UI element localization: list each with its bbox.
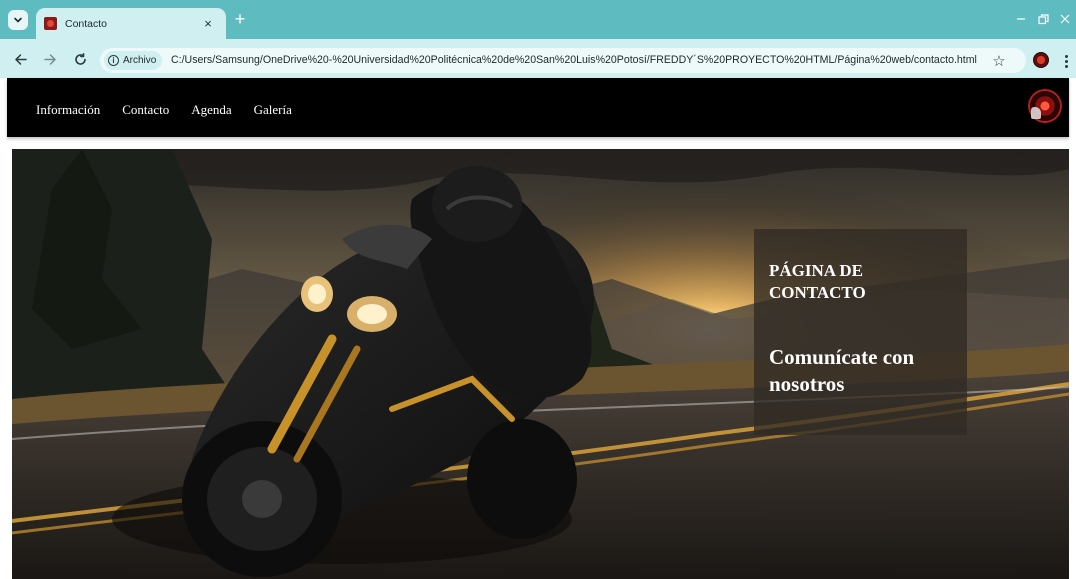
reload-icon (74, 52, 86, 65)
profile-icon[interactable] (1033, 52, 1049, 68)
restore-icon[interactable] (1034, 10, 1052, 28)
browser-tab-bar: Contacto × + (0, 0, 1076, 39)
star-icon[interactable]: ☆ (990, 52, 1008, 70)
minimize-icon[interactable] (1012, 10, 1030, 28)
site-navbar: Información Contacto Agenda Galería (7, 78, 1069, 137)
browser-tab-contacto[interactable]: Contacto × (36, 8, 226, 39)
hero-banner: PÁGINA DE CONTACTO Comunícate con nosotr… (12, 149, 1069, 579)
site-chip-label: Archivo (123, 55, 157, 66)
back-arrow-icon (14, 53, 27, 65)
hero-info-card: PÁGINA DE CONTACTO Comunícate con nosotr… (754, 229, 967, 435)
plus-icon[interactable]: + (231, 10, 249, 29)
forward-arrow-icon (43, 53, 56, 65)
nav-links: Información Contacto Agenda Galería (36, 102, 314, 118)
site-info-chip[interactable]: i Archivo (104, 51, 163, 70)
nav-link-galeria[interactable]: Galería (254, 102, 292, 118)
window-close-icon[interactable] (1056, 10, 1074, 28)
nav-link-informacion[interactable]: Información (36, 102, 100, 118)
close-icon[interactable]: × (200, 16, 216, 32)
info-icon: i (108, 55, 119, 66)
tab-title: Contacto (65, 17, 108, 30)
tab-search-button[interactable] (8, 10, 28, 30)
hero-title: PÁGINA DE CONTACTO (769, 261, 866, 302)
reload-button[interactable] (70, 49, 90, 69)
kebab-menu-icon[interactable] (1062, 52, 1070, 70)
nav-link-contacto[interactable]: Contacto (122, 102, 169, 118)
hero-subtitle: Comunícate con nosotros (769, 345, 915, 396)
favicon-icon (44, 17, 57, 30)
url-text[interactable]: C:/Users/Samsung/OneDrive%20-%20Universi… (171, 54, 977, 66)
back-button[interactable] (10, 49, 30, 69)
nav-link-agenda[interactable]: Agenda (191, 102, 231, 118)
site-logo[interactable] (1028, 89, 1062, 123)
chevron-down-icon (14, 17, 22, 23)
forward-button[interactable] (40, 49, 60, 69)
